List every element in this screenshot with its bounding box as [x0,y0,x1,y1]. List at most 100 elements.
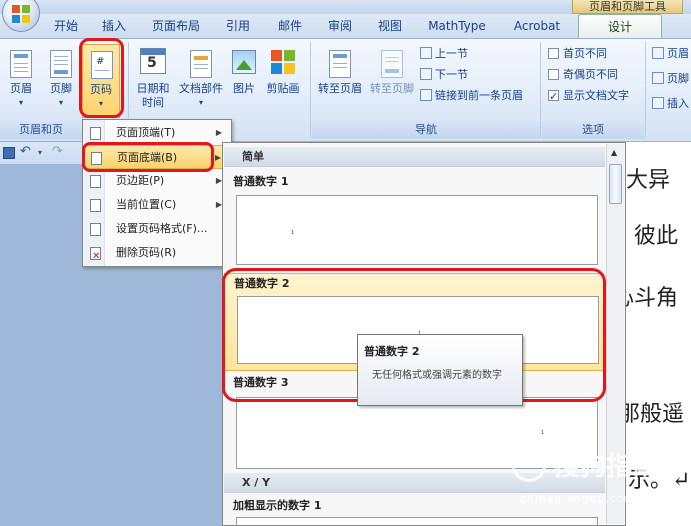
header-position-label: 页眉 [667,47,689,60]
footer-label: 页脚 [50,82,72,95]
tab-review[interactable]: 审阅 [322,14,358,38]
next-section-label: 下一节 [435,68,468,81]
scrollbar-thumb[interactable] [609,164,622,204]
insert-alignment-tab-item[interactable]: 插入 [652,95,689,113]
tab-mathtype[interactable]: MathType [420,14,494,38]
prev-section-icon [420,47,432,59]
group-separator [540,42,541,138]
gallery-item-label: 普通数字 3 [233,376,289,389]
redo-icon[interactable]: ↷ [52,144,63,159]
next-section-button[interactable]: 下一节 [420,66,468,84]
menu-item-remove-page-numbers[interactable]: ✕ 删除页码(R) [84,241,230,265]
quick-access-toolbar: ↶ ▾ ↷ [0,142,82,164]
document-text-line: 那般遥 [618,402,685,427]
checkbox-checked [548,88,559,106]
goto-footer-label: 转至页脚 [370,82,414,95]
footer-position-item[interactable]: 页脚 [652,70,689,88]
tab-view[interactable]: 视图 [372,14,408,38]
show-document-text-checkbox[interactable]: 显示文档文字 [548,87,629,106]
watermark-logo-icon [512,448,546,482]
menu-item-label: 页面顶端(T) [116,126,176,139]
footer-icon [50,50,72,78]
footer-button[interactable]: 页脚 ▾ [46,44,76,118]
header-label: 页眉 [10,82,32,95]
different-odd-even-checkbox[interactable]: 奇偶页不同 [548,66,618,84]
format-page-number-icon [90,223,101,236]
different-first-page-label: 首页不同 [563,47,607,60]
current-position-icon [90,199,101,212]
date-time-label-1: 日期和 [136,82,170,95]
page-number-glyph: 1 [291,230,295,236]
tab-insert[interactable]: 插入 [96,14,132,38]
tab-acrobat[interactable]: Acrobat [504,14,570,38]
page-margin-icon [90,175,101,188]
doc-parts-label: 文档部件 [179,82,223,95]
gallery-item-label: 加粗显示的数字 1 [233,499,322,512]
picture-button[interactable]: 图片 [230,44,258,118]
prev-section-label: 上一节 [435,47,468,60]
watermark-brand: 搜狗指南 [554,452,659,482]
scroll-up-icon[interactable]: ▲ [611,148,617,157]
tab-page-layout[interactable]: 页面布局 [146,14,206,38]
checkbox-box [548,69,559,80]
insert-tab-icon [652,97,664,109]
doc-parts-button[interactable]: 文档部件 ▾ [176,44,226,118]
menu-item-label: 设置页码格式(F)... [116,222,208,235]
goto-header-icon [329,50,351,78]
gallery-item-bold-number-1[interactable] [236,517,598,525]
header-position-icon [652,47,664,59]
context-tab-title: 页眉和页脚工具 [572,0,683,14]
insert-alignment-tab-label: 插入 [667,97,689,110]
link-to-previous-button[interactable]: 链接到前一条页眉 [420,87,523,105]
tab-home[interactable]: 开始 [48,14,84,38]
tab-design[interactable]: 设计 [578,14,662,38]
document-text-line: 大异 [626,168,671,193]
gallery-item-plain-number-1[interactable]: 1 [236,195,598,265]
page-number-icon: # [91,51,113,79]
prev-section-button[interactable]: 上一节 [420,45,468,63]
page-number-label: 页码 [90,83,112,96]
page-bottom-icon [91,152,102,165]
save-icon[interactable] [3,147,15,159]
different-odd-even-label: 奇偶页不同 [563,68,618,81]
date-time-label-2: 时间 [142,96,164,109]
goto-footer-icon [381,50,403,78]
undo-icon[interactable]: ↶ [20,144,31,159]
menu-item-page-margins[interactable]: 页边距(P) ▶ [84,169,230,193]
goto-footer-button[interactable]: 转至页脚 [366,44,418,118]
page-number-glyph: 1 [541,430,545,436]
different-first-page-checkbox[interactable]: 首页不同 [548,45,607,63]
gallery-item-label: 普通数字 2 [234,277,290,290]
doc-parts-icon [190,50,212,78]
header-position-item[interactable]: 页眉 [652,45,689,63]
menu-item-format-page-numbers[interactable]: 设置页码格式(F)... [84,217,230,241]
tab-mailings[interactable]: 邮件 [272,14,308,38]
chevron-down-icon: ▾ [18,98,23,107]
menu-item-label: 当前位置(C) [116,198,177,211]
date-time-button[interactable]: 5 日期和 时间 [134,44,172,118]
submenu-arrow-icon: ▶ [214,153,221,162]
chevron-down-icon[interactable]: ▾ [38,148,42,157]
tooltip: 普通数字 2 无任何格式或强调元素的数字 [357,334,523,406]
checkbox-box [548,48,559,59]
gallery-section-simple: 简单 [224,147,605,167]
menu-item-top-of-page[interactable]: 页面顶端(T) ▶ [84,121,230,145]
footer-position-label: 页脚 [667,72,689,85]
page-top-icon [90,127,101,140]
goto-header-label: 转至页眉 [318,82,362,95]
header-button[interactable]: 页眉 ▾ [6,44,36,118]
watermark: 搜狗指南 [512,440,687,492]
page-number-menu: 页面顶端(T) ▶ 页面底端(B) ▶ 页边距(P) ▶ 当前位置(C) ▶ 设置页码格… [82,119,232,267]
goto-header-button[interactable]: 转至页眉 [314,44,366,118]
group-label-options: 选项 [542,121,644,139]
menu-item-bottom-of-page[interactable]: 页面底端(B) ▶ [84,145,230,169]
clip-art-button[interactable]: 剪贴画 [262,44,304,118]
tooltip-description: 无任何格式或强调元素的数字 [372,370,502,381]
document-text-line: 彼此 [634,224,679,249]
page-number-button[interactable]: # 页码 ▾ [82,44,120,118]
link-to-previous-label: 链接到前一条页眉 [435,89,523,102]
menu-item-current-position[interactable]: 当前位置(C) ▶ [84,193,230,217]
watermark-url: zhinan.sogou.com [520,492,637,505]
tab-references[interactable]: 引用 [220,14,256,38]
clip-art-label: 剪贴画 [266,82,300,95]
